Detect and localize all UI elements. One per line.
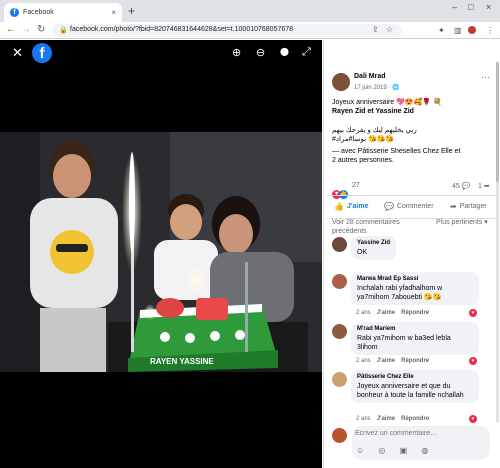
comment-meta: 2 ans J'aime Répondre [356,358,429,364]
url-text: facebook.com/photo/?fbid=820746831644628… [70,26,294,33]
comment-like-link[interactable]: J'aime [377,358,395,364]
composer-emoji-icons[interactable]: ☺ ◎ ▣ ◍ [356,446,434,455]
comment-like-link[interactable]: J'aime [377,416,395,422]
zoom-in-icon[interactable]: ⊕ [232,46,241,59]
comments-scrollbar[interactable] [496,62,499,422]
forward-icon[interactable]: → [21,24,31,35]
comment-reply-link[interactable]: Répondre [401,358,429,364]
commenter-name[interactable]: M'rad Mariem [357,325,473,334]
heart-reaction-icon: ♥ [469,309,477,317]
sidebar-icon[interactable]: ▥ [454,26,462,35]
comment-text: Joyeux anniversaire et que du bonheur à … [357,383,464,399]
window-close-icon[interactable]: × [486,2,491,12]
comment-label: Commenter [396,203,434,210]
back-icon[interactable]: ← [6,24,16,35]
like-button[interactable]: 👍 J'aime [334,202,368,211]
sort-comments-dropdown[interactable]: Plus pertinents ▾ [436,218,488,227]
facebook-logo-icon[interactable]: f [32,43,52,63]
commenter-avatar[interactable] [332,324,347,339]
url-field[interactable]: 🔒 facebook.com/photo/?fbid=8207468316446… [52,24,402,37]
tab-close-icon[interactable]: × [111,8,116,17]
comment-input[interactable] [355,430,485,437]
profile-avatar-icon[interactable] [468,26,476,34]
comment-age[interactable]: 2 ans [356,358,371,364]
comment-button[interactable]: 💬 Commenter [384,202,434,211]
browser-menu-icon[interactable]: ⋮ [486,26,494,35]
thumbs-up-icon: 👍 [334,202,344,211]
commenter-name[interactable]: Marwa Mrad Ep Sassi [357,275,473,284]
comment-age[interactable]: 2 ans [356,416,371,422]
comment-bubble: Yassine Zid OK [351,236,397,260]
post-text-line-3: ربي يخليهم ليك و يفرحك بيهم [332,127,417,134]
comment-bubble: M'rad Mariem Rabi ya7mihom w ba3ed lebla… [351,322,479,355]
extension-puzzle-icon[interactable]: ✦ [438,26,445,35]
share-count[interactable]: 1 ➦ [478,182,490,190]
post-date[interactable]: 17 juin 2019 · 🌐 [354,84,400,91]
comment-age[interactable]: 2 ans [356,310,371,316]
zoom-out-icon[interactable]: ⊖ [256,46,265,59]
share-page-icon[interactable]: ⇪ [372,25,379,34]
comment-text: Inchalah rabi yfadhalhom w ya7mihom 7abo… [357,285,443,301]
share-arrow-icon: ➦ [450,202,457,211]
comment-count[interactable]: 45 💬 [452,182,470,190]
comment-reply-link[interactable]: Répondre [401,310,429,316]
post-text-line-6[interactable]: 2 autres personnes. [332,156,492,165]
post-text-line-1: Joyeux anniversaire 💖😍🥰🌹 💐 [332,99,442,106]
own-avatar[interactable] [332,428,347,443]
comment-meta: 2 ans J'aime Répondre [356,416,429,422]
commenter-avatar[interactable] [332,237,347,252]
maximize-icon[interactable]: □ [468,2,473,12]
commenter-name[interactable]: Yassine Zid [357,239,390,248]
more-options-icon[interactable]: ··· [481,72,490,82]
view-previous-comments[interactable]: Voir 28 commentaires précédents [332,218,432,236]
comment-composer[interactable]: ☺ ◎ ▣ ◍ [352,426,490,460]
photo-illustration: RAYEN YASSINE [0,132,322,372]
new-tab-button[interactable]: + [128,4,135,18]
comment-text: OK [357,249,368,256]
commenter-name[interactable]: Pâtisserie Chez Elle [357,373,473,382]
lock-icon: 🔒 [59,27,68,34]
bookmark-star-icon[interactable]: ☆ [386,25,393,34]
close-viewer-icon[interactable]: ✕ [12,45,23,61]
post-author[interactable]: Dali Mrad [354,73,386,80]
post-text-line-4: #نوسا#مراد 😘😘😘 [332,136,395,143]
photo-viewer: ✕ f ⊕ ⊖ ⬤ ⤢ RAYEN YASSINE [0,40,322,468]
browser-tab-bar: f Facebook × + – □ × [0,0,500,22]
facebook-favicon-icon: f [10,8,19,17]
address-toolbar: ← → ↻ 🔒 facebook.com/photo/?fbid=8207468… [0,22,500,39]
tab-facebook[interactable]: f Facebook × [4,3,122,22]
heart-reaction-icon: ♥ [469,357,477,365]
comment-bubble: Marwa Mrad Ep Sassi Inchalah rabi yfadha… [351,272,479,305]
comment-bubble-icon: 💬 [384,202,394,211]
author-avatar[interactable] [332,73,350,91]
minimize-icon[interactable]: – [452,2,457,12]
post-text-line-5[interactable]: — avec Pâtisserie Sheselles Chez Elle et [332,147,492,156]
comment-bubble: Pâtisserie Chez Elle Joyeux anniversaire… [351,370,479,403]
heart-reaction-icon: ♥ [469,415,477,423]
fullscreen-icon[interactable]: ⤢ [302,46,311,59]
like-label: J'aime [346,203,369,210]
post-text-line-2[interactable]: Rayen Zid et Yassine Zid [332,107,492,116]
tag-icon[interactable]: ⬤ [280,47,289,56]
comment-reply-link[interactable]: Répondre [401,416,429,422]
scrollbar-thumb[interactable] [496,62,499,182]
commenter-avatar[interactable] [332,274,347,289]
comment-text: Rabi ya7mihom w ba3ed lebla 3lihom [357,335,451,351]
party-photo: RAYEN YASSINE [0,132,322,372]
post-actions-bar: 👍 J'aime 💬 Commenter ➦ Partager [326,195,496,219]
comment-meta: 2 ans J'aime Répondre [356,310,429,316]
share-button[interactable]: ➦ Partager [450,202,487,211]
reaction-count[interactable]: 27 [352,182,360,189]
tab-title: Facebook [23,9,54,16]
commenter-avatar[interactable] [332,372,347,387]
cake-text: RAYEN YASSINE [150,357,214,366]
share-label: Partager [459,203,487,210]
reload-icon[interactable]: ↻ [37,24,45,35]
comment-like-link[interactable]: J'aime [377,310,395,316]
